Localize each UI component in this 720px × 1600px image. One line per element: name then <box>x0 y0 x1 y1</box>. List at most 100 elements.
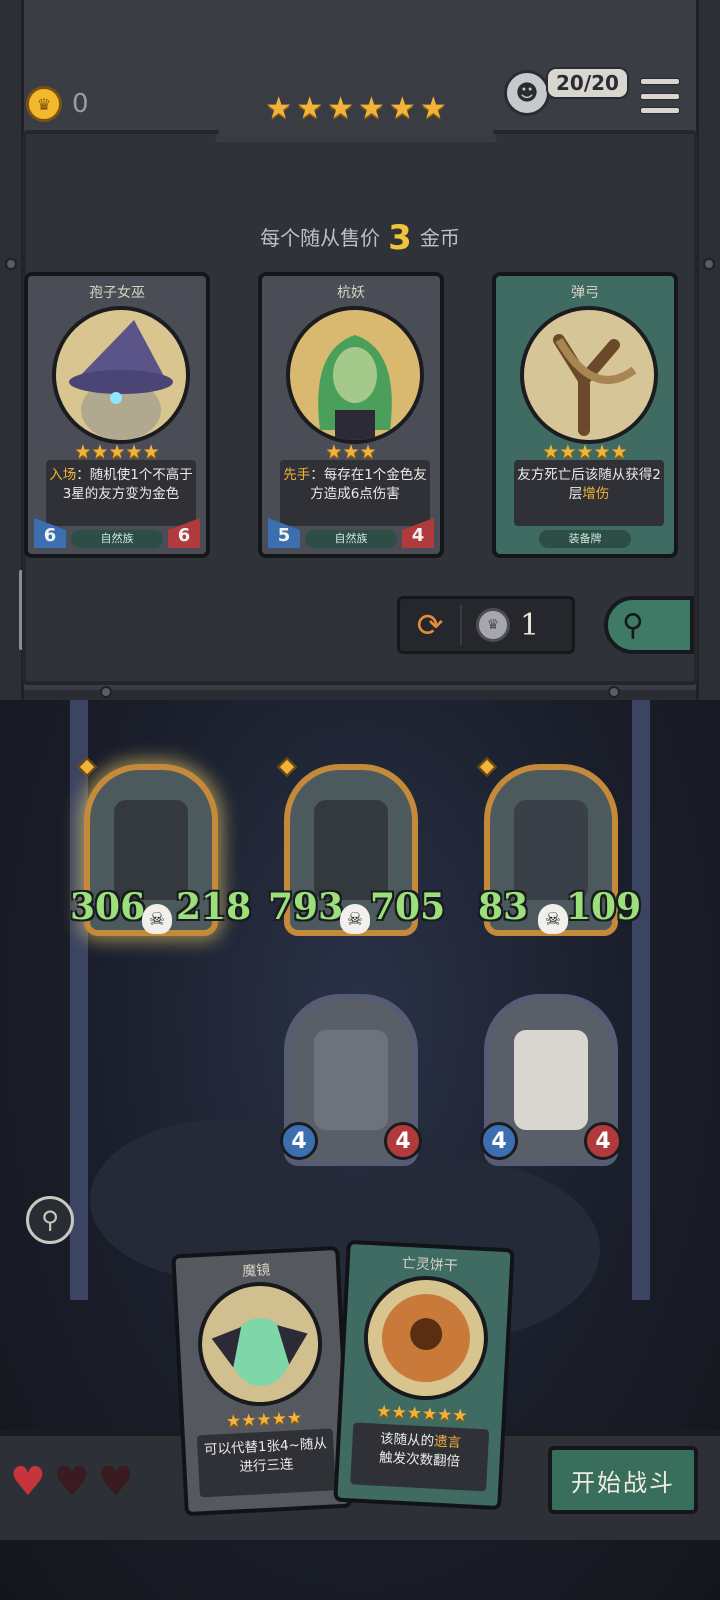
health-stat: 4 <box>584 1122 622 1160</box>
hand-card-magic-mirror[interactable]: 魔镜 ★★★★★ 可以代替1张4~随从进行三连 <box>171 1245 353 1517</box>
card-star-icon: ★ <box>406 1403 423 1424</box>
lives-display: ♥ ♥ ♥ <box>10 1462 134 1502</box>
search-icon[interactable]: ⚲ <box>604 596 694 654</box>
shop-card-spore-witch[interactable]: 孢子女巫 ★★★★★ 入场：随机使1个不高于3星的友方变为金色 6 自然族 6 <box>24 272 210 558</box>
heart-icon: ♥ <box>97 1459 134 1505</box>
tribe-label: 装备牌 <box>539 530 631 548</box>
card-description: 可以代替1张4~随从进行三连 <box>196 1428 336 1498</box>
tribe-label: 自然族 <box>71 530 163 548</box>
magnifier-icon[interactable]: ⚲ <box>26 1196 74 1244</box>
shop-frame-rail-right <box>696 0 720 700</box>
card-star-icon: ★ <box>436 1404 453 1426</box>
sell-price-suffix: 金币 <box>419 226 460 250</box>
minion-health: 109 <box>566 886 642 928</box>
menu-icon[interactable] <box>640 78 680 114</box>
card-description-text: 该随从的 <box>379 1430 435 1450</box>
sell-price-text: 每个随从售价 3 金币 <box>0 218 720 258</box>
heart-icon: ♥ <box>10 1459 46 1505</box>
armored-knight-figure <box>314 800 388 900</box>
refresh-button[interactable]: ⟳ ♛ 1 <box>397 596 575 654</box>
attack-stat: 4 <box>280 1122 318 1160</box>
start-battle-button[interactable]: 开始战斗 <box>548 1446 698 1514</box>
card-description: 先手：每存在1个金色友方造成6点伤害 <box>280 460 430 526</box>
armored-knight-figure <box>114 800 188 900</box>
goblin-hat-figure <box>514 800 588 900</box>
tavern-tier-banner: ★ ★ ★ ★ ★ ★ <box>215 76 497 142</box>
hero-portrait-avatar[interactable]: ☻ <box>504 70 550 116</box>
board-minion-robot[interactable]: 4 4 <box>280 994 422 1166</box>
card-star-icon: ★ <box>286 1407 303 1429</box>
card-stars: ★★★★★ <box>28 442 206 462</box>
magic-mirror-portrait <box>194 1278 326 1410</box>
robot-figure <box>314 1030 388 1130</box>
shop-panel: ♛ 0 ★ ★ ★ ★ ★ ★ ☻ 20/20 每个随从售价 3 金币 孢子女巫 ★★★★★ … <box>0 0 720 700</box>
card-star-icon: ★ <box>390 1402 408 1424</box>
card-stars: ★★★ <box>262 442 440 462</box>
refresh-icon[interactable]: ⟳ <box>400 606 460 644</box>
bolt-icon <box>100 686 112 698</box>
board-minion-rabbit[interactable]: 4 4 <box>480 994 622 1166</box>
gold-amount: 0 <box>72 89 89 119</box>
gold-display: ♛ 0 <box>26 86 89 122</box>
card-star-icon: ★ <box>375 1401 393 1423</box>
skull-icon: ☠ <box>538 904 568 934</box>
card-name: 亡灵饼干 <box>401 1255 459 1275</box>
undead-biscuit-portrait <box>360 1272 492 1404</box>
card-star-icon: ★ <box>451 1405 469 1427</box>
card-star-icon: ★ <box>240 1410 257 1432</box>
card-star-icon: ★ <box>271 1408 288 1430</box>
card-description-text: ：随机使1个不高于3星的友方变为金色 <box>62 467 193 502</box>
board-pillar <box>632 700 650 1300</box>
card-name: 杭妖 <box>337 285 365 301</box>
shop-card-slingshot[interactable]: 弹弓 ★★★★★ 友方死亡后该随从获得2层增伤 装备牌 <box>492 272 678 558</box>
tier-star-icon: ★ <box>296 91 324 126</box>
card-name: 魔镜 <box>241 1262 271 1280</box>
sell-price-prefix: 每个随从售价 <box>260 226 381 250</box>
hp-value: 20/20 <box>546 67 629 99</box>
keyword-enter: 入场 <box>49 467 77 483</box>
tribe-label: 自然族 <box>305 530 397 548</box>
health-stat: 4 <box>384 1122 422 1160</box>
card-description: 该随从的遗言 触发次数翻倍 <box>350 1422 490 1492</box>
shop-card-medusa[interactable]: 杭妖 ★★★ 先手：每存在1个金色友方造成6点伤害 5 自然族 4 <box>258 272 444 558</box>
bolt-icon <box>5 258 17 270</box>
keyword-damage-boost: 增伤 <box>582 486 610 502</box>
tier-star-icon: ★ <box>327 91 354 126</box>
minion-health: 218 <box>176 886 252 928</box>
card-description: 入场：随机使1个不高于3星的友方变为金色 <box>46 460 196 526</box>
tier-star-icon: ★ <box>265 91 293 126</box>
refresh-cost-value: 1 <box>520 607 540 643</box>
card-stars: ★★★★★ <box>496 442 674 462</box>
medusa-portrait <box>286 306 424 444</box>
tier-star-icon: ★ <box>419 91 447 126</box>
spore-witch-portrait <box>52 306 190 444</box>
minion-attack: 793 <box>268 886 344 928</box>
keyword-first-strike: 先手 <box>283 467 311 483</box>
card-star-icon: ★ <box>255 1409 273 1431</box>
card-name: 孢子女巫 <box>89 285 145 301</box>
tier-star-icon: ★ <box>388 91 416 126</box>
heart-icon: ♥ <box>53 1459 90 1505</box>
minion-health: 705 <box>370 886 446 928</box>
silver-coin-icon: ♛ <box>476 608 510 642</box>
card-name: 弹弓 <box>571 285 599 301</box>
keyword-deathrattle: 遗言 <box>433 1433 462 1452</box>
slingshot-portrait <box>520 306 658 444</box>
refresh-cost: ♛ 1 <box>462 608 539 643</box>
skull-icon: ☠ <box>142 904 172 934</box>
sell-price-value: 3 <box>388 218 412 258</box>
bolt-icon <box>703 258 715 270</box>
tier-star-icon: ★ <box>358 91 385 126</box>
card-star-icon: ★ <box>225 1411 242 1432</box>
minion-attack: 83 <box>478 886 529 928</box>
card-description: 友方死亡后该随从获得2层增伤 <box>514 460 664 526</box>
player-health[interactable]: ☻ 20/20 <box>504 67 629 116</box>
bolt-icon <box>608 686 620 698</box>
attack-stat: 4 <box>480 1122 518 1160</box>
rabbit-figure <box>514 1030 588 1130</box>
card-star-icon: ★ <box>421 1403 438 1425</box>
card-description-text: 触发次数翻倍 <box>378 1449 461 1470</box>
skull-icon: ☠ <box>340 904 370 934</box>
hand-card-undead-biscuit[interactable]: 亡灵饼干 ★★★★★★ 该随从的遗言 触发次数翻倍 <box>333 1239 515 1511</box>
minion-attack: 306 <box>70 886 146 928</box>
